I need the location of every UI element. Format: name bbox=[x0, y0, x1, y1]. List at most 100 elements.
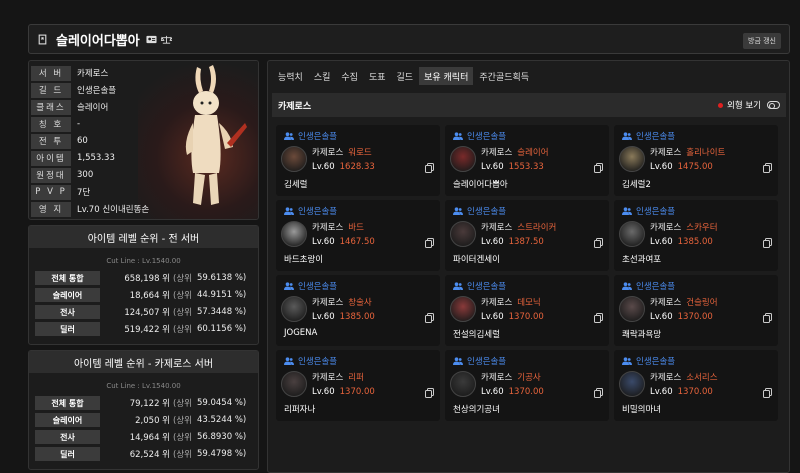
card-character-name: 바드초랑이 bbox=[284, 255, 324, 265]
profile-info-value: Lv.70 신이내린똥손 bbox=[77, 205, 150, 215]
copy-icon[interactable] bbox=[425, 238, 434, 248]
copy-icon[interactable] bbox=[594, 313, 603, 323]
guild-members-icon bbox=[622, 132, 632, 140]
tab-6[interactable]: 주간골드획득 bbox=[474, 67, 534, 85]
rank-position: 62,524 위 bbox=[129, 450, 170, 460]
card-server-class: 카제로스 홀리나이트 bbox=[650, 146, 725, 158]
card-server-class: 카제로스 건슬링어 bbox=[650, 296, 718, 308]
card-character-name: 비밀의마녀 bbox=[622, 405, 662, 415]
toggle-icon[interactable] bbox=[767, 101, 780, 109]
rank-category: 전사 bbox=[35, 305, 100, 319]
profile-info-row: 전 투 60 bbox=[31, 133, 88, 149]
character-portrait bbox=[619, 146, 645, 172]
card-level: Lv.60 1370.00 bbox=[650, 387, 713, 397]
card-server-class: 카제로스 소서리스 bbox=[650, 371, 718, 383]
cutline-text: Cut Line : Lv.1540.00 bbox=[106, 382, 181, 390]
card-guild-name: 인생은솔플 bbox=[467, 207, 507, 217]
card-level: Lv.60 1467.50 bbox=[312, 237, 375, 247]
compare-scale-icon[interactable] bbox=[160, 34, 172, 45]
character-card[interactable]: 인생은솔플 카제로스 데모닉 Lv.60 1370.00 전설의김세럴 bbox=[445, 275, 609, 346]
tab-4[interactable]: 길드 bbox=[392, 67, 419, 85]
card-server: 카제로스 bbox=[312, 223, 344, 233]
id-card-icon[interactable] bbox=[146, 34, 157, 45]
tab-2[interactable]: 수집 bbox=[336, 67, 363, 85]
card-combat-level: Lv.60 bbox=[481, 237, 504, 247]
character-card[interactable]: 인생은솔플 카제로스 슬레이어 Lv.60 1553.33 슬레이어다뽑아 bbox=[445, 125, 609, 196]
card-item-level: 1467.50 bbox=[339, 237, 375, 247]
character-portrait bbox=[281, 296, 307, 322]
copy-icon[interactable] bbox=[763, 388, 772, 398]
card-character-name: 파이터겐세이 bbox=[453, 255, 500, 265]
character-portrait bbox=[619, 296, 645, 322]
copy-icon[interactable] bbox=[425, 163, 434, 173]
card-level: Lv.60 1553.33 bbox=[481, 162, 544, 172]
character-card[interactable]: 인생은솔플 카제로스 소서리스 Lv.60 1370.00 비밀의마녀 bbox=[614, 350, 778, 421]
profile-info-key: 서 버 bbox=[31, 65, 71, 81]
tab-3[interactable]: 도표 bbox=[364, 67, 391, 85]
character-portrait bbox=[450, 296, 476, 322]
tab-5[interactable]: 보유 캐릭터 bbox=[419, 67, 474, 85]
card-level: Lv.60 1370.00 bbox=[650, 312, 713, 322]
rank-category: 딜러 bbox=[35, 322, 100, 336]
copy-icon[interactable] bbox=[763, 313, 772, 323]
profile-info-row: P V P 7단 bbox=[31, 184, 90, 200]
profile-info-row: 원정대 300 bbox=[31, 167, 93, 183]
card-combat-level: Lv.60 bbox=[312, 237, 335, 247]
rank-percent: 56.8930 %) bbox=[196, 432, 247, 442]
character-portrait bbox=[450, 146, 476, 172]
copy-icon[interactable] bbox=[425, 313, 434, 323]
card-level: Lv.60 1370.00 bbox=[481, 312, 544, 322]
character-portrait bbox=[450, 221, 476, 247]
rank-percent-prefix: (상위 bbox=[173, 399, 192, 409]
appearance-toggle[interactable]: 외형 보기 bbox=[718, 99, 780, 111]
copy-icon[interactable] bbox=[594, 163, 603, 173]
copy-icon[interactable] bbox=[763, 238, 772, 248]
refresh-button[interactable]: 방금 갱신 bbox=[743, 33, 781, 49]
card-level: Lv.60 1370.00 bbox=[312, 387, 375, 397]
character-card[interactable]: 인생은솔플 카제로스 바드 Lv.60 1467.50 바드초랑이 bbox=[276, 200, 440, 271]
guild-members-icon bbox=[284, 357, 294, 365]
card-server-class: 카제로스 리퍼 bbox=[312, 371, 364, 383]
card-class: 창술사 bbox=[348, 298, 372, 308]
profile-info-key: 영 지 bbox=[31, 201, 71, 217]
character-card[interactable]: 인생은솔플 카제로스 창술사 Lv.60 1385.00 JOGENA bbox=[276, 275, 440, 346]
card-item-level: 1475.00 bbox=[677, 162, 713, 172]
rank-percent: 59.0454 %) bbox=[196, 398, 247, 408]
rank-percent-prefix: (상위 bbox=[173, 325, 192, 335]
tab-1[interactable]: 스킬 bbox=[309, 67, 336, 85]
copy-icon[interactable] bbox=[763, 163, 772, 173]
profile-info-value: 1,553.33 bbox=[77, 153, 115, 163]
copy-icon[interactable] bbox=[594, 238, 603, 248]
character-card[interactable]: 인생은솔플 카제로스 홀리나이트 Lv.60 1475.00 김세럴2 bbox=[614, 125, 778, 196]
server-bar: 카제로스 외형 보기 bbox=[272, 93, 786, 117]
card-level: Lv.60 1370.00 bbox=[481, 387, 544, 397]
character-card[interactable]: 인생은솔플 카제로스 스트라이커 Lv.60 1387.50 파이터겐세이 bbox=[445, 200, 609, 271]
card-item-level: 1385.00 bbox=[677, 237, 713, 247]
character-card[interactable]: 인생은솔플 카제로스 워로드 Lv.60 1628.33 김세럴 bbox=[276, 125, 440, 196]
bookmark-icon[interactable] bbox=[37, 34, 48, 45]
card-server-class: 카제로스 데모닉 bbox=[481, 296, 541, 308]
card-combat-level: Lv.60 bbox=[481, 162, 504, 172]
card-server: 카제로스 bbox=[481, 148, 513, 158]
card-item-level: 1553.33 bbox=[508, 162, 544, 172]
character-card[interactable]: 인생은솔플 카제로스 건슬링어 Lv.60 1370.00 쾌락과욕망 bbox=[614, 275, 778, 346]
tab-0[interactable]: 능력치 bbox=[273, 67, 308, 85]
guild-members-icon bbox=[622, 207, 632, 215]
rank-category: 딜러 bbox=[35, 447, 100, 461]
character-card[interactable]: 인생은솔플 카제로스 기공사 Lv.60 1370.00 천상의기공녀 bbox=[445, 350, 609, 421]
guild-members-icon bbox=[453, 132, 463, 140]
profile-info-key: 원정대 bbox=[31, 167, 71, 183]
character-portrait bbox=[450, 371, 476, 397]
rank-row: 슬레이어 2,050 위 (상위 43.5244 %) bbox=[29, 412, 258, 428]
rank-percent-prefix: (상위 bbox=[173, 433, 192, 443]
character-card[interactable]: 인생은솔플 카제로스 스카우터 Lv.60 1385.00 초선과여포 bbox=[614, 200, 778, 271]
copy-icon[interactable] bbox=[594, 388, 603, 398]
copy-icon[interactable] bbox=[425, 388, 434, 398]
card-class: 홀리나이트 bbox=[686, 148, 726, 158]
character-name: 슬레이어다뽑아 bbox=[56, 33, 140, 49]
rank-row: 전사 124,507 위 (상위 57.3448 %) bbox=[29, 304, 258, 320]
character-card[interactable]: 인생은솔플 카제로스 리퍼 Lv.60 1370.00 리퍼자나 bbox=[276, 350, 440, 421]
card-character-name: 쾌락과욕망 bbox=[622, 330, 662, 340]
rank-position: 124,507 위 bbox=[124, 308, 170, 318]
rank-panel-all-servers: 아이템 레벨 순위 - 전 서버 Cut Line : Lv.1540.00 전… bbox=[28, 225, 259, 345]
